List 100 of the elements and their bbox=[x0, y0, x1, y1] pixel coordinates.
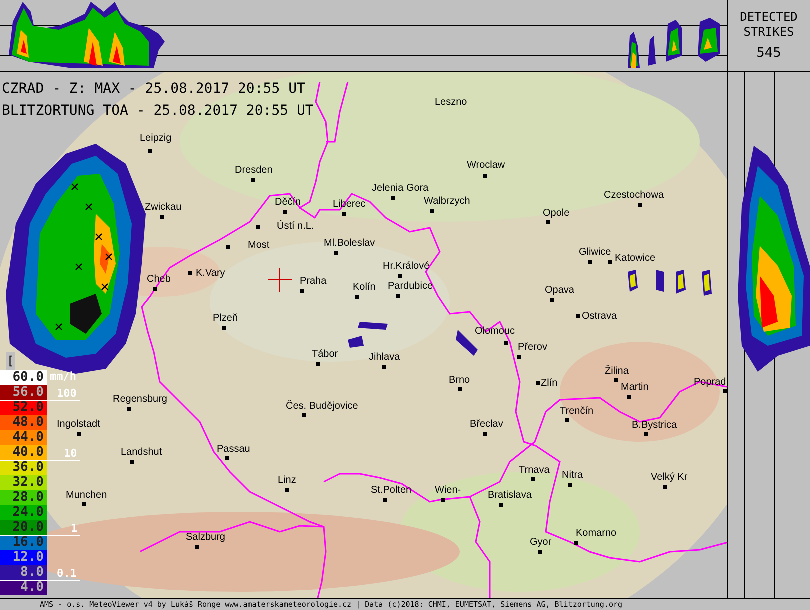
legend-value: 52.0 bbox=[0, 400, 47, 415]
city-marker-icon bbox=[565, 418, 569, 422]
legend-value: 32.0 bbox=[0, 475, 47, 490]
legend-value: 20.0 bbox=[0, 520, 47, 535]
legend-value: 24.0 bbox=[0, 505, 47, 520]
city-marker-icon bbox=[251, 178, 255, 182]
legend-value: 60.0 bbox=[0, 370, 47, 385]
city-marker-icon bbox=[538, 550, 542, 554]
city-marker-icon bbox=[627, 395, 631, 399]
city-marker-icon bbox=[517, 355, 521, 359]
strike-count: 545 bbox=[756, 46, 782, 61]
city-label: Kolín bbox=[353, 282, 376, 294]
city-marker-icon bbox=[531, 477, 535, 481]
city-marker-icon bbox=[77, 432, 81, 436]
rate-mark-label: 1 bbox=[71, 523, 78, 535]
city-label: Munchen bbox=[66, 490, 108, 502]
city-marker-icon bbox=[499, 503, 503, 507]
legend-value: 44.0 bbox=[0, 430, 47, 445]
city-marker-icon bbox=[316, 362, 320, 366]
city-marker-icon bbox=[127, 407, 131, 411]
city-marker-icon bbox=[302, 413, 306, 417]
city-marker-icon bbox=[195, 545, 199, 549]
city-label: K.Vary bbox=[196, 268, 226, 280]
city-label: Leipzig bbox=[140, 133, 172, 145]
city-marker-icon bbox=[222, 326, 226, 330]
city-label: Ostrava bbox=[582, 311, 618, 323]
city-label: Gliwice bbox=[579, 247, 612, 259]
city-marker-icon bbox=[576, 314, 580, 318]
city-label: Passau bbox=[217, 444, 250, 456]
city-label: Katowice bbox=[615, 253, 656, 265]
city-label: Pardubice bbox=[388, 281, 434, 293]
rate-mark-label: 10 bbox=[64, 448, 78, 460]
city-marker-icon bbox=[550, 298, 554, 302]
city-marker-icon bbox=[300, 289, 304, 293]
city-marker-icon bbox=[355, 295, 359, 299]
legend-value: 4.0 bbox=[0, 580, 47, 595]
crosshair-icon bbox=[268, 268, 292, 292]
city-marker-icon bbox=[342, 212, 346, 216]
city-marker-icon bbox=[256, 225, 260, 229]
city-label: Ingolstadt bbox=[57, 419, 100, 431]
city-label: Tábor bbox=[312, 349, 338, 361]
city-label: Přerov bbox=[518, 342, 548, 354]
city-label: Landshut bbox=[121, 447, 162, 459]
city-marker-icon bbox=[638, 203, 642, 207]
legend-value: 8.0 bbox=[0, 565, 47, 580]
radar-product-title: CZRAD - Z: MAX - 25.08.2017 20:55 UT bbox=[2, 80, 306, 99]
city-label: Velký Kr bbox=[651, 472, 688, 484]
city-marker-icon bbox=[574, 541, 578, 545]
city-marker-icon bbox=[160, 215, 164, 219]
city-label: Břeclav bbox=[470, 419, 504, 431]
city-label: Linz bbox=[278, 475, 296, 487]
city-label: Ml.Boleslav bbox=[324, 238, 376, 250]
city-marker-icon bbox=[334, 251, 338, 255]
rate-unit-label: mm/h bbox=[50, 370, 76, 383]
rate-mark-label: 100 bbox=[57, 388, 77, 400]
city-marker-icon bbox=[391, 196, 395, 200]
city-marker-icon bbox=[483, 174, 487, 178]
city-label: Opole bbox=[543, 208, 570, 220]
city-label: Opava bbox=[545, 285, 574, 297]
city-marker-icon bbox=[153, 287, 157, 291]
city-label: Nitra bbox=[562, 470, 584, 482]
city-label: Ústí n.L. bbox=[277, 221, 314, 233]
city-marker-icon bbox=[130, 460, 134, 464]
city-label: Most bbox=[248, 240, 270, 252]
city-label: Martin bbox=[621, 382, 649, 394]
city-marker-icon bbox=[663, 485, 667, 489]
city-label: Žilina bbox=[605, 366, 629, 378]
city-marker-icon bbox=[396, 294, 400, 298]
city-marker-icon bbox=[82, 502, 86, 506]
city-marker-icon bbox=[568, 483, 572, 487]
city-label: Hr.Králové bbox=[383, 261, 430, 273]
city-label: Dresden bbox=[235, 165, 273, 177]
city-marker-icon bbox=[458, 387, 462, 391]
city-label: St.Polten bbox=[371, 485, 412, 497]
legend-value: 36.0 bbox=[0, 460, 47, 475]
city-marker-icon bbox=[608, 260, 612, 264]
legend-value: 16.0 bbox=[0, 535, 47, 550]
city-label: Trenčín bbox=[560, 406, 594, 418]
unit-label: [ bbox=[6, 352, 16, 370]
city-label: Zlín bbox=[541, 378, 558, 390]
rate-mark-label: 0.1 bbox=[57, 568, 77, 580]
strikes-label: DETECTED bbox=[740, 10, 798, 25]
city-label: Leszno bbox=[435, 97, 468, 109]
city-marker-icon bbox=[644, 432, 648, 436]
city-label: B.Bystrica bbox=[632, 420, 678, 432]
city-marker-icon bbox=[483, 432, 487, 436]
city-label: Jelenia Gora bbox=[372, 183, 429, 195]
city-label: Plzeň bbox=[213, 313, 238, 325]
city-label: Brno bbox=[449, 375, 470, 387]
city-label: Zwickau bbox=[145, 202, 182, 214]
city-label: Praha bbox=[300, 276, 327, 288]
city-label: Czestochowa bbox=[604, 190, 664, 202]
legend-value: 56.0 bbox=[0, 385, 47, 400]
city-marker-icon bbox=[536, 381, 540, 385]
city-label: Wien- bbox=[435, 485, 462, 497]
city-marker-icon bbox=[441, 498, 445, 502]
city-marker-icon bbox=[188, 271, 192, 275]
city-label: Jihlava bbox=[369, 352, 400, 364]
city-marker-icon bbox=[588, 260, 592, 264]
legend-value: 12.0 bbox=[0, 550, 47, 565]
